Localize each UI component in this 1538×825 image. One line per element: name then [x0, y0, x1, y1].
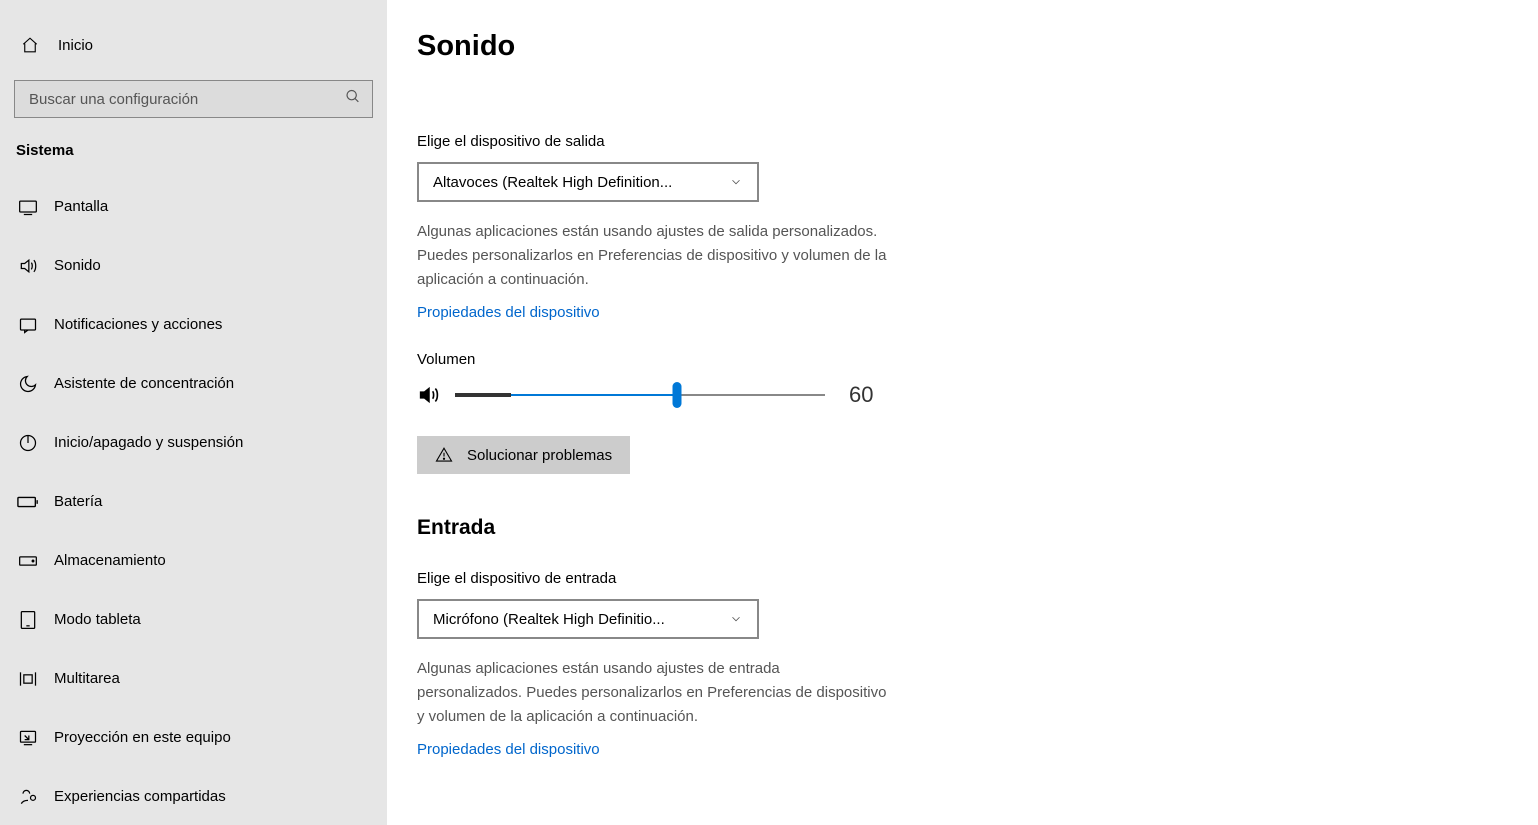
warning-icon: [435, 446, 453, 464]
sidebar: Inicio Sistema Pantalla Sonido Notificac…: [0, 0, 387, 825]
input-device-props-link[interactable]: Propiedades del dispositivo: [417, 741, 600, 758]
sidebar-item-proyeccion[interactable]: Proyección en este equipo: [0, 708, 387, 767]
home-link[interactable]: Inicio: [0, 20, 387, 70]
troubleshoot-button[interactable]: Solucionar problemas: [417, 436, 630, 474]
sidebar-item-label: Batería: [54, 493, 102, 510]
sidebar-item-notificaciones[interactable]: Notificaciones y acciones: [0, 295, 387, 354]
chevron-down-icon: [729, 612, 743, 626]
troubleshoot-label: Solucionar problemas: [467, 447, 612, 464]
sidebar-section-header: Sistema: [0, 138, 387, 177]
sidebar-item-label: Modo tableta: [54, 611, 141, 628]
shared-icon: [16, 785, 40, 809]
sidebar-item-label: Notificaciones y acciones: [54, 316, 222, 333]
sidebar-item-concentracion[interactable]: Asistente de concentración: [0, 354, 387, 413]
home-icon: [20, 35, 40, 55]
project-icon: [16, 726, 40, 750]
volume-value: 60: [849, 382, 873, 408]
sidebar-item-sonido[interactable]: Sonido: [0, 236, 387, 295]
home-label: Inicio: [58, 37, 93, 54]
sidebar-item-experiencias[interactable]: Experiencias compartidas: [0, 767, 387, 825]
sidebar-item-label: Pantalla: [54, 198, 108, 215]
chevron-down-icon: [729, 175, 743, 189]
power-icon: [16, 431, 40, 455]
sidebar-item-bateria[interactable]: Batería: [0, 472, 387, 531]
sidebar-item-label: Sonido: [54, 257, 101, 274]
multitask-icon: [16, 667, 40, 691]
output-device-dropdown[interactable]: Altavoces (Realtek High Definition...: [417, 162, 759, 202]
sound-icon: [16, 254, 40, 278]
moon-icon: [16, 372, 40, 396]
input-device-dropdown[interactable]: Micrófono (Realtek High Definitio...: [417, 599, 759, 639]
main-content: Sonido Elige el dispositivo de salida Al…: [387, 0, 1538, 825]
search-input[interactable]: [14, 80, 373, 118]
input-help-text: Algunas aplicaciones están usando ajuste…: [417, 657, 887, 729]
input-device-label: Elige el dispositivo de entrada: [417, 570, 1508, 587]
volume-slider[interactable]: [455, 385, 825, 405]
sidebar-item-label: Inicio/apagado y suspensión: [54, 434, 243, 451]
sidebar-item-label: Proyección en este equipo: [54, 729, 231, 746]
display-icon: [16, 195, 40, 219]
input-section-title: Entrada: [417, 516, 1508, 540]
output-help-text: Algunas aplicaciones están usando ajuste…: [417, 220, 887, 292]
output-device-selected: Altavoces (Realtek High Definition...: [433, 174, 719, 191]
notification-icon: [16, 313, 40, 337]
output-device-props-link[interactable]: Propiedades del dispositivo: [417, 304, 600, 321]
sidebar-item-label: Multitarea: [54, 670, 120, 687]
search-box: [14, 80, 373, 118]
sidebar-item-pantalla[interactable]: Pantalla: [0, 177, 387, 236]
input-device-selected: Micrófono (Realtek High Definitio...: [433, 611, 719, 628]
storage-icon: [16, 549, 40, 573]
sidebar-item-tableta[interactable]: Modo tableta: [0, 590, 387, 649]
output-device-label: Elige el dispositivo de salida: [417, 133, 1508, 150]
search-icon: [345, 89, 361, 110]
sidebar-item-apagado[interactable]: Inicio/apagado y suspensión: [0, 413, 387, 472]
tablet-icon: [16, 608, 40, 632]
battery-icon: [16, 490, 40, 514]
volume-label: Volumen: [417, 351, 1508, 368]
slider-thumb[interactable]: [673, 382, 682, 408]
sidebar-item-almacenamiento[interactable]: Almacenamiento: [0, 531, 387, 590]
volume-control: 60: [417, 382, 1508, 408]
sidebar-item-label: Asistente de concentración: [54, 375, 234, 392]
sidebar-item-multitarea[interactable]: Multitarea: [0, 649, 387, 708]
page-title: Sonido: [417, 30, 1508, 63]
sidebar-item-label: Almacenamiento: [54, 552, 166, 569]
sidebar-item-label: Experiencias compartidas: [54, 788, 226, 805]
volume-icon[interactable]: [417, 384, 439, 406]
